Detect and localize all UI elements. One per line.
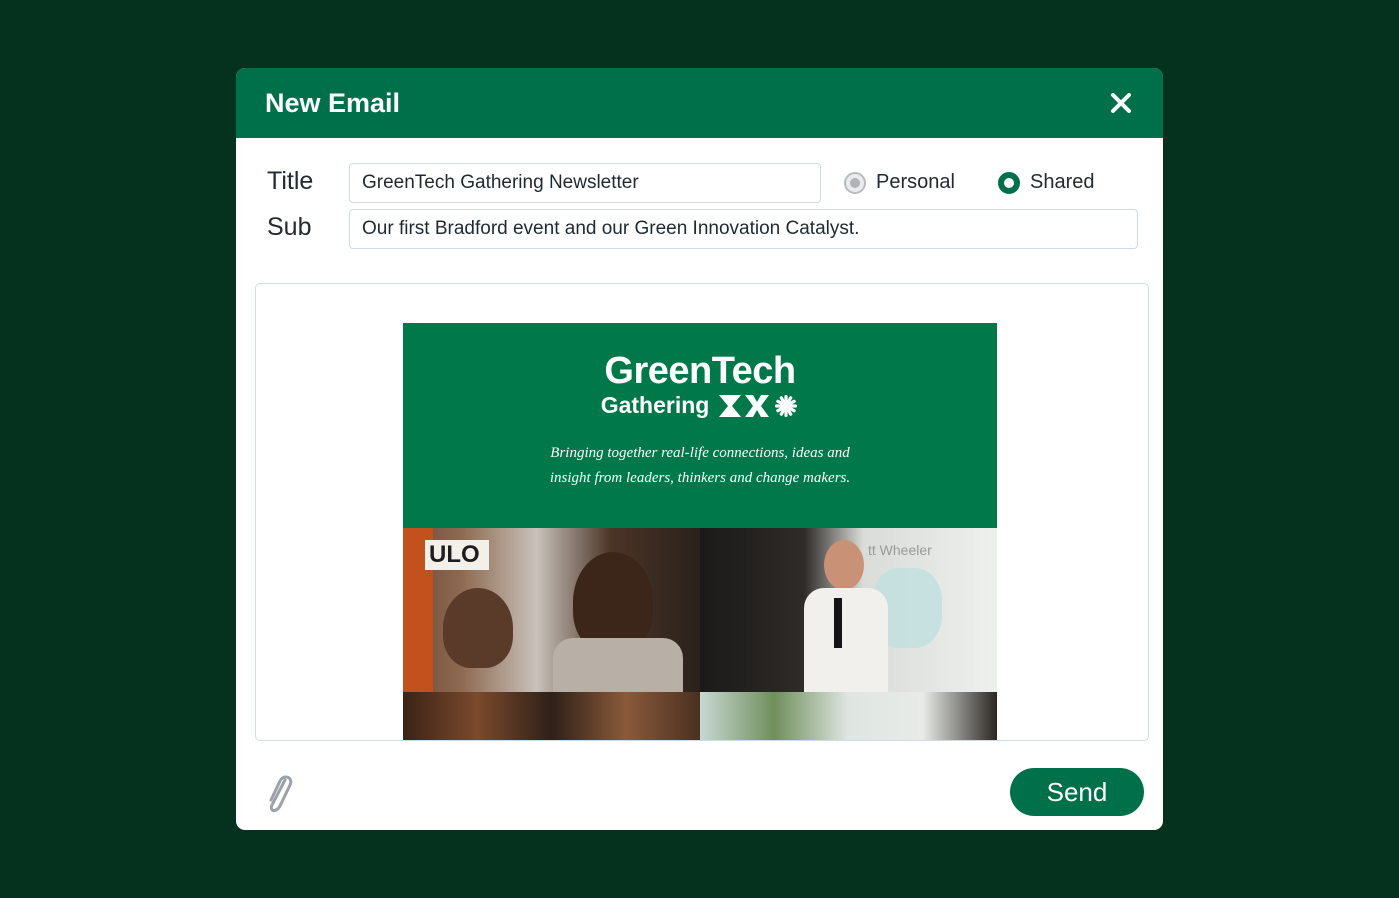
email-body-editor[interactable]: GreenTech Gathering Bringing together re… bbox=[255, 283, 1149, 741]
newsletter-banner: GreenTech Gathering Bringing together re… bbox=[403, 323, 997, 528]
close-icon bbox=[1111, 93, 1131, 113]
brand-name: GreenTech bbox=[604, 350, 796, 392]
photo-plants bbox=[700, 692, 997, 740]
newsletter-preview: GreenTech Gathering Bringing together re… bbox=[403, 323, 997, 740]
paperclip-icon bbox=[269, 775, 293, 813]
photo-audience bbox=[403, 692, 700, 740]
radio-shared[interactable]: Shared bbox=[998, 171, 1095, 194]
radio-icon bbox=[998, 171, 1020, 194]
dialog-title: New Email bbox=[265, 87, 401, 118]
title-label: Title bbox=[267, 167, 314, 195]
sub-label: Sub bbox=[267, 213, 312, 241]
slide-text: tt Wheeler bbox=[868, 542, 932, 558]
brand-mark-icon bbox=[719, 394, 798, 417]
compose-footer: Send bbox=[236, 741, 1163, 830]
radio-personal[interactable]: Personal bbox=[844, 171, 955, 194]
radio-shared-label: Shared bbox=[1030, 171, 1095, 193]
new-email-dialog: New Email Title Personal Shared Sub Gree… bbox=[236, 68, 1163, 830]
attach-button[interactable] bbox=[263, 774, 295, 814]
photo-conversation: ULO bbox=[403, 528, 700, 692]
brand-subname: Gathering bbox=[600, 392, 710, 418]
title-input[interactable] bbox=[349, 163, 821, 203]
dialog-header: New Email bbox=[236, 68, 1163, 138]
send-button[interactable]: Send bbox=[1010, 768, 1144, 816]
close-button[interactable] bbox=[1108, 90, 1134, 116]
subject-input[interactable] bbox=[349, 209, 1138, 249]
photo-collage: ULO tt Wheeler bbox=[403, 528, 997, 740]
photo-speaker: tt Wheeler bbox=[700, 528, 997, 692]
radio-icon bbox=[844, 171, 866, 194]
newsletter-tagline: Bringing together real-life connections,… bbox=[549, 445, 851, 486]
radio-personal-label: Personal bbox=[876, 171, 955, 193]
signage-text: ULO bbox=[425, 540, 489, 570]
